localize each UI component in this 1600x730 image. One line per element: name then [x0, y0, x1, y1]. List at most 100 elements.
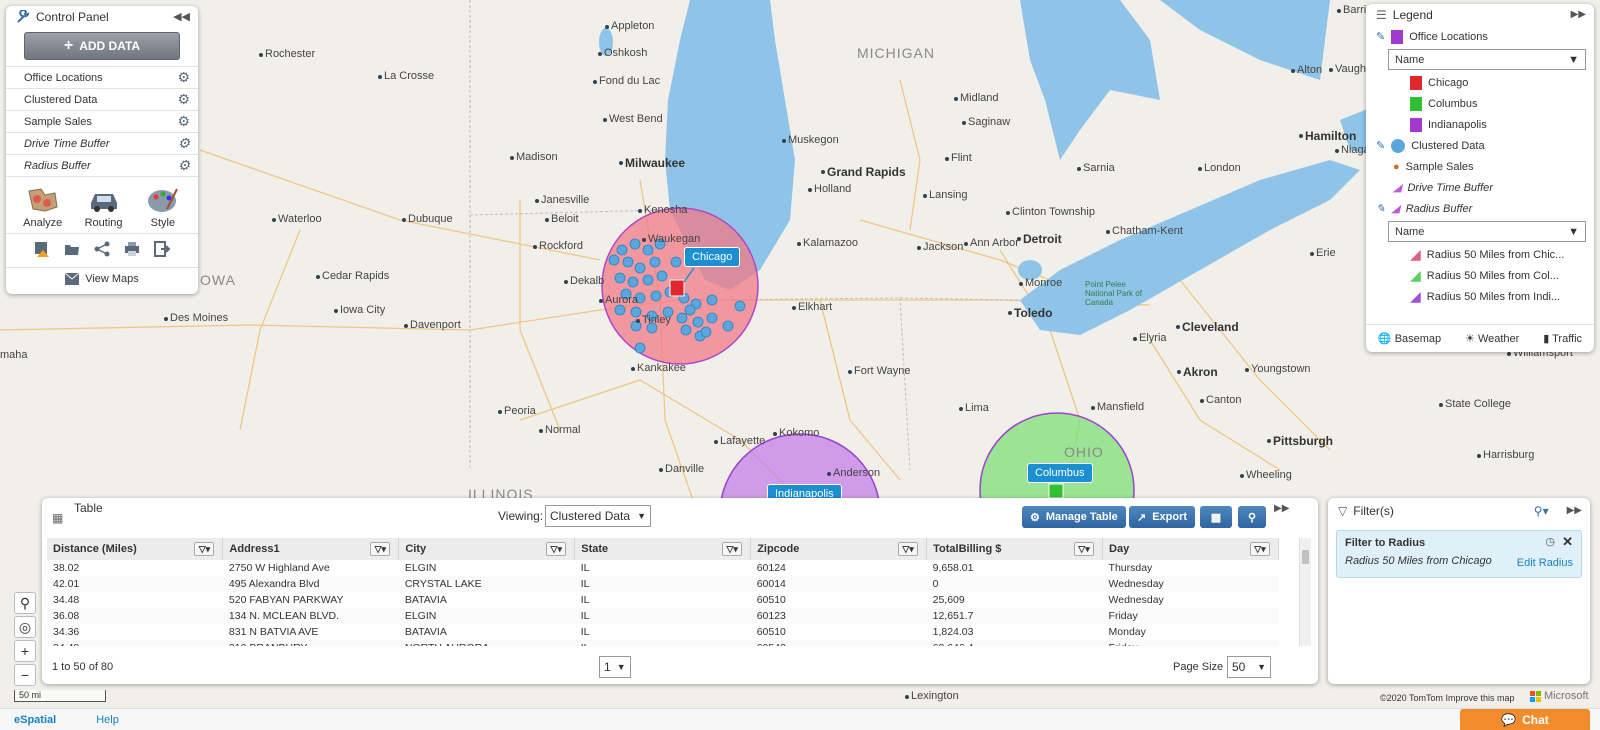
column-filter-icon[interactable]: ▽▾ — [194, 542, 215, 556]
legend-name-select-2[interactable]: Name ▼ — [1388, 221, 1586, 242]
layer-row[interactable]: Clustered Data ⚙ — [6, 88, 198, 110]
locate-icon[interactable]: ◎ — [14, 616, 36, 638]
legend-office-item[interactable]: Chicago — [1366, 72, 1594, 93]
map-attribution[interactable]: ©2020 TomTom Improve this map — [1380, 693, 1515, 703]
table-row[interactable]: 36.08 134 N. MCLEAN BLVD. ELGIN IL 60123 12,6… — [47, 608, 1279, 624]
legend-name-select-1[interactable]: Name ▼ — [1388, 49, 1586, 70]
column-filter-icon[interactable]: ▽▾ — [1250, 542, 1270, 556]
column-header[interactable]: Zipcode ▽▾ — [750, 538, 928, 560]
vertical-scrollbar[interactable] — [1299, 538, 1311, 646]
table-row[interactable]: 34.48 520 FABYAN PARKWAY BATAVIA IL 60510 25,… — [47, 592, 1279, 608]
table-scroll-area[interactable]: Distance (Miles) ▽▾ Address1 ▽▾ City ▽▾ State ▽… — [42, 538, 1318, 646]
style-button[interactable]: Style — [145, 185, 181, 229]
page-size-select[interactable]: 50 ▼ — [1227, 656, 1271, 678]
share-icon[interactable] — [93, 240, 111, 261]
weather-button[interactable]: ☀ Weather — [1465, 332, 1519, 345]
column-filter-icon[interactable]: ▽▾ — [546, 542, 567, 556]
zoom-filter-icon[interactable]: ⚲▾ — [1534, 500, 1549, 522]
espatial-logo[interactable]: eSpatial — [14, 714, 56, 726]
layer-row[interactable]: Radius Buffer ⚙ — [6, 154, 198, 176]
scrollbar-thumb[interactable] — [1302, 550, 1309, 564]
gear-icon[interactable]: ⚙ — [177, 135, 190, 152]
zoom-in-button[interactable]: + — [14, 640, 36, 662]
chat-button[interactable]: 💬 Chat — [1460, 709, 1590, 730]
basemap-button[interactable]: 🌐 Basemap — [1378, 332, 1441, 345]
table-row[interactable]: 38.02 2750 W Highland Ave ELGIN IL 60124 9,65… — [47, 560, 1279, 576]
gear-icon[interactable]: ⚙ — [177, 69, 190, 86]
legend-clustered-data[interactable]: ✎ Clustered Data — [1366, 135, 1594, 156]
table-cell: 1,824.03 — [932, 626, 974, 638]
legend-office-item[interactable]: Columbus — [1366, 93, 1594, 114]
zoom-area-icon[interactable]: ⚲ — [14, 592, 36, 614]
zoom-out-button[interactable]: − — [14, 664, 36, 686]
city-dot — [959, 407, 963, 411]
legend-office-item[interactable]: Indianapolis — [1366, 114, 1594, 135]
brush-icon[interactable]: ✎ — [1376, 30, 1385, 43]
column-filter-icon[interactable]: ▽▾ — [722, 542, 743, 556]
save-warning-icon[interactable] — [33, 240, 51, 261]
gear-icon[interactable]: ⚙ — [177, 157, 190, 174]
chart-button[interactable]: ▩ — [1200, 506, 1232, 528]
column-filter-icon[interactable]: ▽▾ — [370, 542, 391, 556]
column-header[interactable]: City ▽▾ — [398, 538, 576, 560]
chicago-callout[interactable]: Chicago — [684, 247, 741, 267]
gear-icon[interactable]: ⚙ — [177, 113, 190, 130]
manage-table-button[interactable]: ⚙ Manage Table — [1022, 506, 1126, 528]
add-data-button[interactable]: + ADD DATA — [24, 32, 180, 60]
brush-icon[interactable]: ✎ — [1376, 139, 1385, 152]
table-row[interactable]: 34.36 831 N BATVIA AVE BATAVIA IL 60510 1,824… — [47, 624, 1279, 640]
city-dot — [792, 306, 796, 310]
legend-radius-item[interactable]: ◢ Radius 50 Miles from Indi... — [1366, 286, 1594, 307]
traffic-button[interactable]: ▮ Traffic — [1543, 332, 1582, 345]
collapse-icon[interactable]: ▶▶ — [1567, 500, 1582, 522]
collapse-icon[interactable]: ▶▶ — [1571, 4, 1586, 26]
export-button[interactable]: ↗ Export — [1129, 506, 1196, 528]
column-filter-icon[interactable]: ▽▾ — [1074, 542, 1095, 556]
layer-row[interactable]: Drive Time Buffer ⚙ — [6, 132, 198, 154]
open-folder-icon[interactable] — [63, 240, 81, 261]
legend-sample-sales[interactable]: ● Sample Sales — [1366, 156, 1594, 177]
funnel-icon: ▽ — [1338, 504, 1348, 518]
chevron-down-icon: ▼ — [1568, 225, 1579, 238]
column-header[interactable]: Distance (Miles) ▽▾ — [47, 538, 224, 560]
city-label: Sarnia — [1083, 162, 1115, 174]
layer-row[interactable]: Sample Sales ⚙ — [6, 110, 198, 132]
columbus-callout[interactable]: Columbus — [1027, 463, 1093, 483]
brush-icon[interactable]: ✎ — [1376, 202, 1385, 215]
analyze-button[interactable]: Analyze — [23, 185, 62, 229]
gear-icon[interactable]: ⚙ — [177, 91, 190, 108]
column-header[interactable]: TotalBilling $ ▽▾ — [926, 538, 1104, 560]
view-maps-label: View Maps — [85, 272, 139, 285]
city-label: Cleveland — [1182, 320, 1239, 334]
help-link[interactable]: Help — [96, 714, 119, 726]
column-header[interactable]: Day ▽▾ — [1102, 538, 1279, 560]
column-header[interactable]: Address1 ▽▾ — [222, 538, 400, 560]
legend-radius-item[interactable]: ◢ Radius 50 Miles from Col... — [1366, 265, 1594, 286]
legend-office-locations[interactable]: ✎ Office Locations — [1366, 26, 1594, 47]
view-maps-button[interactable]: View Maps — [6, 267, 198, 289]
polygon-icon: ◢ — [1410, 267, 1421, 283]
print-icon[interactable] — [123, 240, 141, 261]
expand-icon[interactable]: ▶▶ — [1274, 503, 1289, 514]
close-icon[interactable]: ✕ — [1562, 534, 1573, 550]
unlock-icon[interactable]: ◷ — [1545, 535, 1555, 548]
city-label: Midland — [960, 92, 999, 104]
legend-radius-item[interactable]: ◢ Radius 50 Miles from Chic... — [1366, 244, 1594, 265]
table-row[interactable]: 42.01 495 Alexandra Blvd CRYSTAL LAKE IL 600… — [47, 576, 1279, 592]
column-filter-icon[interactable]: ▽▾ — [898, 542, 919, 556]
viewing-select[interactable]: Clustered Data ▼ — [545, 505, 651, 527]
page-select[interactable]: 1 ▼ — [599, 656, 631, 678]
city-label: Flint — [951, 152, 972, 164]
add-location-button[interactable]: ⚲ — [1238, 506, 1266, 528]
legend-radius-buffer[interactable]: ✎ ◢ Radius Buffer — [1366, 198, 1594, 219]
layer-row[interactable]: Office Locations ⚙ — [6, 66, 198, 88]
table-cell: 68,646.4 — [926, 640, 1103, 646]
edit-radius-link[interactable]: Edit Radius — [1517, 557, 1573, 569]
column-header[interactable]: State ▽▾ — [574, 538, 752, 560]
exit-icon[interactable] — [153, 240, 171, 261]
routing-button[interactable]: Routing — [85, 185, 123, 229]
legend-drive-time-buffer[interactable]: ◢ Drive Time Buffer — [1366, 177, 1594, 198]
collapse-icon[interactable]: ◀◀ — [173, 6, 190, 28]
state-label: OHIO — [1064, 444, 1104, 460]
table-row[interactable]: 34.48310 BRANBURYNORTH AURORAIL6054268,6… — [47, 640, 1279, 646]
